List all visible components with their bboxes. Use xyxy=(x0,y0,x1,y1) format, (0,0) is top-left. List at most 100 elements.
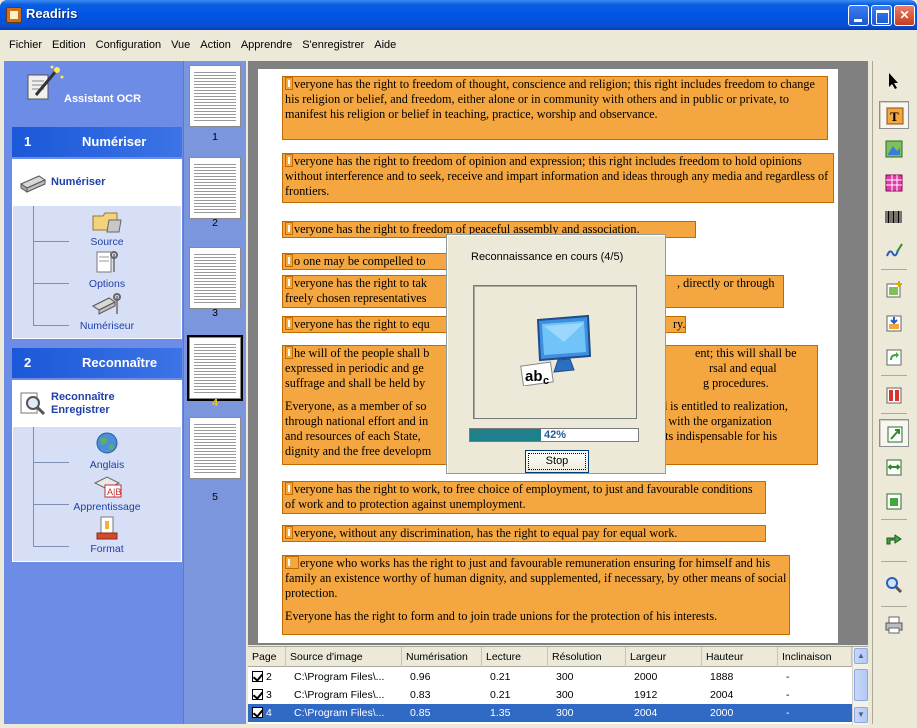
page-thumbnail[interactable] xyxy=(189,417,241,479)
recognition-progress-bar: 42% xyxy=(469,428,639,442)
menu-fichier[interactable]: Fichier xyxy=(4,39,47,51)
zone-text: veryone has the right to freedom of thou… xyxy=(285,77,815,121)
recognize-magnifier-icon xyxy=(20,392,46,415)
numeriser-action[interactable]: Numériser xyxy=(13,160,181,206)
text-zone[interactable]: eryone who works has the right to just a… xyxy=(282,555,790,635)
menu-action[interactable]: Action xyxy=(195,39,236,51)
handwriting-zone-tool[interactable] xyxy=(879,237,909,265)
cell-inclinaison: - xyxy=(786,707,790,719)
scrollbar-thumb[interactable] xyxy=(854,669,868,701)
subitem-anglais[interactable]: Anglais xyxy=(53,431,173,473)
reconnaitre-label: Reconnaître Enregistrer xyxy=(51,391,115,416)
resize-zone-tool[interactable] xyxy=(879,419,909,447)
merge-zone-icon xyxy=(886,493,902,510)
insert-zone-icon xyxy=(886,315,902,332)
step-reconnaitre-header[interactable]: 2 Reconnaître xyxy=(12,348,182,378)
menu-configuration[interactable]: Configuration xyxy=(91,39,166,51)
subitem-format[interactable]: Format xyxy=(53,515,173,557)
table-row-selected[interactable]: 4 C:\Program Files\... 0.85 1.35 300 200… xyxy=(248,704,852,722)
maximize-button[interactable] xyxy=(871,5,892,26)
page-thumbnail[interactable] xyxy=(189,65,241,127)
stop-button[interactable]: Stop xyxy=(525,450,589,473)
column-header-inclinaison[interactable]: Inclinaison xyxy=(778,647,852,667)
scroll-up-arrow-icon[interactable]: ▲ xyxy=(854,648,868,664)
print-tool[interactable] xyxy=(879,611,909,639)
menu-vue[interactable]: Vue xyxy=(166,39,195,51)
text-zone[interactable]: veryone has the right to freedom of opin… xyxy=(282,153,834,203)
text-zone-tool[interactable]: T xyxy=(879,101,909,129)
step-numeriser-header[interactable]: 1 Numériser xyxy=(12,127,182,157)
minimize-button[interactable] xyxy=(848,5,869,26)
page-thumbnail[interactable] xyxy=(189,157,241,219)
drop-cap xyxy=(285,346,293,359)
cell-numerisation: 0.85 xyxy=(410,707,431,719)
cell-hauteur: 1888 xyxy=(710,671,734,683)
table-zone-tool[interactable] xyxy=(879,169,909,197)
width-zone-tool[interactable] xyxy=(879,453,909,481)
image-zone-icon xyxy=(885,140,903,158)
merge-zone-tool[interactable] xyxy=(879,487,909,515)
column-header-largeur[interactable]: Largeur xyxy=(626,647,702,667)
subitem-source[interactable]: Source xyxy=(53,208,173,250)
export-tool[interactable] xyxy=(879,523,909,551)
format-icon xyxy=(96,516,118,540)
drop-cap xyxy=(285,526,293,539)
text-zone[interactable]: veryone has the right to freedom of thou… xyxy=(282,76,828,140)
dialog-animation-panel: ab c xyxy=(473,285,637,419)
column-header-lecture[interactable]: Lecture xyxy=(482,647,548,667)
zone-text: veryone has the right to freedom of opin… xyxy=(285,154,829,198)
subitem-label: Options xyxy=(88,278,126,290)
cell-numerisation: 0.83 xyxy=(410,689,431,701)
split-zone-icon xyxy=(886,387,902,404)
table-row[interactable]: 2 C:\Program Files\... 0.96 0.21 300 200… xyxy=(248,668,852,686)
column-header-source[interactable]: Source d'image xyxy=(286,647,402,667)
scroll-down-arrow-icon[interactable]: ▼ xyxy=(854,707,868,723)
subitem-options[interactable]: Options xyxy=(53,250,173,292)
thumbnail-number-active: 4 xyxy=(212,397,218,409)
image-zone-tool[interactable] xyxy=(879,135,909,163)
folder-source-icon xyxy=(92,212,122,233)
text-zone[interactable]: veryone, without any discrimination, has… xyxy=(282,525,766,542)
column-header-page[interactable]: Page xyxy=(248,647,286,667)
step-label: Numériser xyxy=(82,134,147,149)
drop-cap xyxy=(285,276,293,289)
column-header-numerisation[interactable]: Numérisation xyxy=(402,647,482,667)
insert-zone-tool[interactable] xyxy=(879,309,909,337)
pointer-tool[interactable] xyxy=(879,67,909,95)
subitem-numeriseur[interactable]: Numériseur xyxy=(53,292,173,334)
page-thumbnail[interactable] xyxy=(189,247,241,309)
link-zone-tool[interactable] xyxy=(879,343,909,371)
cell-page: 2 xyxy=(266,671,272,683)
table-scrollbar[interactable]: ▲ ▼ xyxy=(852,647,868,725)
svg-text:ab: ab xyxy=(525,368,543,385)
close-button[interactable]: ✕ xyxy=(894,5,915,26)
toolbar-separator xyxy=(881,519,907,520)
text-zone[interactable]: veryone has the right to work, to free c… xyxy=(282,481,766,514)
subitem-apprentissage[interactable]: A|B Apprentissage xyxy=(53,473,173,515)
table-row[interactable]: 3 C:\Program Files\... 0.83 0.21 300 191… xyxy=(248,686,852,704)
scanner-icon xyxy=(19,175,47,193)
barcode-zone-tool[interactable] xyxy=(879,203,909,231)
column-header-hauteur[interactable]: Hauteur xyxy=(702,647,778,667)
column-header-resolution[interactable]: Résolution xyxy=(548,647,626,667)
reconnaitre-action[interactable]: Reconnaître Enregistrer xyxy=(13,381,181,427)
zone-text: veryone has the right to equ xyxy=(294,317,430,331)
zoom-tool[interactable] xyxy=(879,571,909,599)
add-zone-tool[interactable] xyxy=(879,275,909,303)
step-number: 2 xyxy=(24,355,32,370)
drop-cap xyxy=(285,154,293,167)
menu-apprendre[interactable]: Apprendre xyxy=(236,39,297,51)
subitem-label: Numériseur xyxy=(79,320,135,332)
text-zone[interactable]: o one may be compelled to xyxy=(282,253,448,270)
pointer-icon xyxy=(889,73,898,89)
menu-edition[interactable]: Edition xyxy=(47,39,91,51)
thumbnail-number: 3 xyxy=(212,307,218,319)
toolbar-separator xyxy=(881,269,907,270)
page-thumbnail-active[interactable] xyxy=(187,335,243,401)
split-zone-tool[interactable] xyxy=(879,381,909,409)
drop-cap xyxy=(285,77,293,90)
thumbnail-number: 1 xyxy=(212,131,218,143)
cell-largeur: 2000 xyxy=(634,671,658,683)
menu-aide[interactable]: Aide xyxy=(369,39,401,51)
menu-senregistrer[interactable]: S'enregistrer xyxy=(297,39,369,51)
